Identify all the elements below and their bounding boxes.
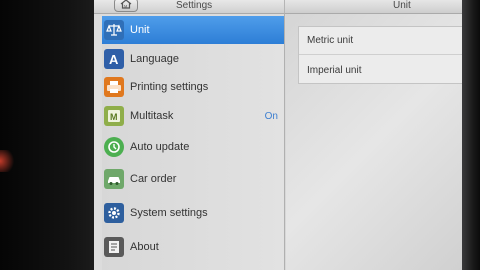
device-edge-glint [0, 150, 14, 172]
settings-sidebar: Unit A Language Printing settings M Mult… [102, 16, 284, 270]
sidebar-item-car-order[interactable]: Car order [102, 165, 284, 193]
sidebar-item-label: Car order [130, 173, 177, 185]
update-icon [104, 137, 124, 157]
sidebar-item-printing-settings[interactable]: Printing settings [102, 73, 284, 101]
settings-title: Settings [176, 0, 213, 11]
imperial-unit-option[interactable]: Imperial unit [299, 56, 464, 84]
svg-text:M: M [124, 4, 127, 9]
sidebar-item-language[interactable]: A Language [102, 45, 284, 73]
svg-text:A: A [109, 52, 119, 67]
svg-text:M: M [110, 112, 118, 122]
multitask-icon: M [104, 106, 124, 126]
home-button[interactable]: M [114, 0, 138, 12]
document-icon [104, 237, 124, 257]
title-bar: M Settings Unit [94, 0, 464, 14]
sidebar-item-multitask[interactable]: M Multitask On [102, 102, 284, 130]
unit-option-list: Metric unit Imperial unit [298, 26, 464, 84]
sidebar-item-about[interactable]: About [102, 233, 284, 261]
sidebar-item-label: Auto update [130, 141, 190, 153]
language-icon: A [104, 49, 124, 69]
sidebar-item-auto-update[interactable]: Auto update [102, 133, 284, 161]
option-label: Metric unit [307, 35, 354, 46]
sidebar-item-label: Multitask [130, 110, 174, 122]
detail-title: Unit [393, 0, 411, 11]
sidebar-item-label: System settings [130, 207, 208, 219]
metric-unit-option[interactable]: Metric unit [299, 27, 464, 55]
sidebar-item-unit[interactable]: Unit [102, 16, 284, 44]
sidebar-item-label: Language [130, 53, 179, 65]
device-bezel-right [462, 0, 480, 270]
sidebar-item-system-settings[interactable]: System settings [102, 199, 284, 227]
sidebar-item-label: Unit [130, 24, 150, 36]
printer-icon [104, 77, 124, 97]
home-icon: M [120, 0, 132, 14]
settings-title-bar: M Settings [94, 0, 284, 14]
gear-icon [104, 203, 124, 223]
car-icon [104, 169, 124, 189]
detail-title-bar: Unit [284, 0, 464, 14]
option-label: Imperial unit [307, 64, 362, 76]
scale-icon [104, 20, 124, 40]
unit-options-panel: Metric unit Imperial unit [286, 14, 464, 270]
settings-screen: M Settings Unit Unit A Language Printing… [94, 0, 464, 270]
multitask-status-value: On [264, 110, 278, 122]
sidebar-item-label: About [130, 241, 159, 253]
device-bezel-left [0, 0, 96, 270]
sidebar-item-label: Printing settings [130, 81, 209, 93]
